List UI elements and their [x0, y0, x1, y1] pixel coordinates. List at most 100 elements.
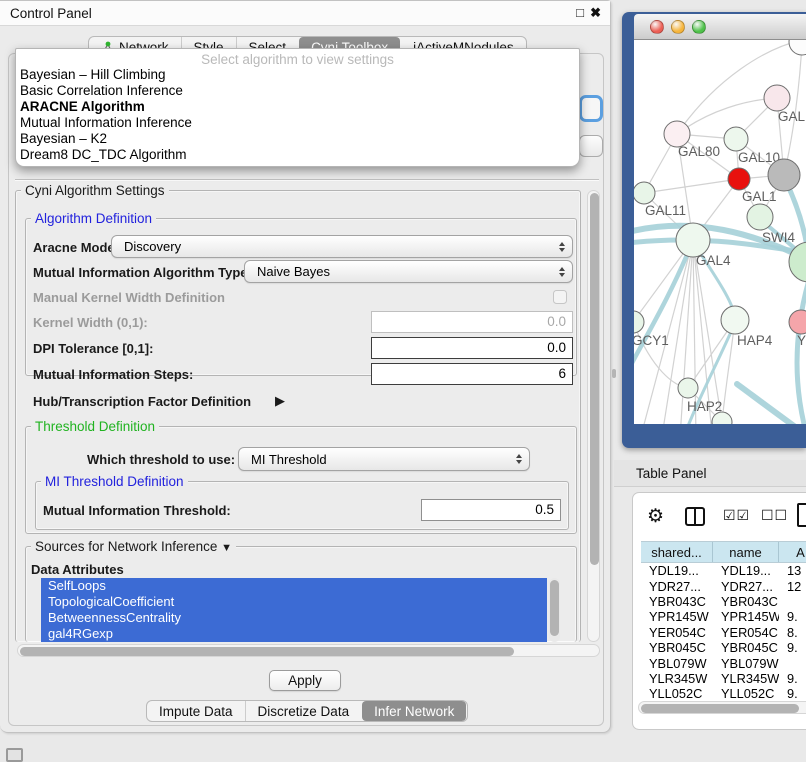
table-row[interactable]: YBR045CYBR045C9.: [641, 640, 806, 655]
control-panel-window: Control Panel □ ✖ NetworkStyleSelectCyni…: [0, 0, 611, 733]
node-label: GCY1: [634, 333, 669, 348]
mi-threshold-field[interactable]: 0.5: [421, 499, 561, 521]
network-combo-fragment[interactable]: [579, 135, 603, 157]
algorithm-item-dream8-dc-tdc-algorithm[interactable]: Dream8 DC_TDC Algorithm: [16, 147, 579, 163]
panel-title: Control Panel: [10, 6, 92, 21]
control-panel-titlebar: Control Panel □ ✖: [0, 1, 610, 26]
attribute-item-selfloops[interactable]: SelfLoops: [41, 578, 547, 594]
column-header-a[interactable]: A: [779, 542, 806, 562]
node-label: GAL80: [678, 144, 720, 159]
table-row[interactable]: YDL19...YDL19...13: [641, 563, 806, 578]
algorithm-item-basic-correlation-inference[interactable]: Basic Correlation Inference: [16, 83, 579, 99]
select-all-checkboxes-icon[interactable]: ☑☑: [723, 507, 750, 524]
expand-arrow-icon[interactable]: ▶: [275, 393, 285, 409]
table-row[interactable]: YLR345WYLR345W9.: [641, 671, 806, 686]
network-node-hap4[interactable]: [721, 306, 749, 334]
network-edge-highlighted[interactable]: [737, 384, 806, 424]
table-cell: 9.: [779, 671, 806, 686]
float-icon[interactable]: □: [576, 5, 584, 20]
network-node[interactable]: [768, 159, 800, 191]
algorithm-item-bayesian-k2[interactable]: Bayesian – K2: [16, 131, 579, 147]
mac-minimize-icon[interactable]: [671, 20, 685, 34]
network-graph[interactable]: GALGAL80GAL10GAL1GAL11SWI4GAL4GCY1HAP4YH…: [634, 40, 806, 424]
network-canvas[interactable]: GALGAL80GAL10GAL1GAL11SWI4GAL4GCY1HAP4YH…: [634, 40, 806, 424]
algorithm-item-mutual-information-inference[interactable]: Mutual Information Inference: [16, 115, 579, 131]
list-scrollbar-track[interactable]: [549, 578, 560, 642]
bottom-tab-infer-network[interactable]: Infer Network: [362, 701, 466, 721]
kernel-width-field[interactable]: 0.0: [371, 311, 573, 333]
vertical-scrollbar-thumb[interactable]: [590, 193, 599, 565]
close-icon[interactable]: ✖: [590, 5, 601, 21]
gear-icon[interactable]: ⚙: [647, 505, 664, 528]
node-label: GAL: [778, 109, 806, 124]
bottom-tab-discretize-data[interactable]: Discretize Data: [245, 701, 362, 721]
mi-algorithm-type-combo[interactable]: Naive Bayes: [244, 260, 573, 283]
bottom-left-mini-button[interactable]: [6, 748, 23, 762]
horizontal-scrollbar-track[interactable]: [17, 644, 600, 657]
mi-steps-field[interactable]: 6: [371, 363, 573, 385]
mi-threshold-label: Mutual Information Threshold:: [43, 503, 231, 518]
dpi-tolerance-field[interactable]: 0.0: [371, 337, 573, 359]
network-node-gal4[interactable]: [676, 223, 710, 257]
network-edge-highlighted[interactable]: [634, 243, 692, 382]
attribute-item-gal4rgexp[interactable]: gal4RGexp: [41, 626, 547, 642]
network-node[interactable]: [789, 40, 806, 55]
data-attributes-list[interactable]: SelfLoopsTopologicalCoefficientBetweenne…: [41, 578, 547, 642]
horizontal-scrollbar-thumb[interactable]: [20, 647, 514, 656]
network-edge[interactable]: [644, 179, 739, 193]
table-row[interactable]: YBR043CYBR043C: [641, 594, 806, 609]
table-cell: YLR345W: [713, 671, 779, 686]
collapse-arrow-icon[interactable]: ▼: [221, 542, 232, 554]
mi-steps-label: Mutual Information Steps:: [33, 367, 193, 382]
table-cell: 13: [779, 563, 806, 578]
attribute-item-betweennesscentrality[interactable]: BetweennessCentrality: [41, 610, 547, 626]
table-cell: YBL079W: [713, 655, 779, 670]
manual-kernel-width-label: Manual Kernel Width Definition: [33, 290, 225, 305]
network-edge[interactable]: [634, 322, 688, 388]
which-threshold-combo[interactable]: MI Threshold: [238, 447, 530, 471]
network-view-window[interactable]: GALGAL80GAL10GAL1GAL11SWI4GAL4GCY1HAP4YH…: [622, 12, 806, 448]
table-hscrollbar-thumb[interactable]: [641, 704, 799, 713]
table-row[interactable]: YDR27...YDR27...12: [641, 578, 806, 593]
network-edge-highlighted[interactable]: [797, 273, 806, 424]
table-row[interactable]: YBL079WYBL079W: [641, 655, 806, 670]
network-window-titlebar[interactable]: [634, 14, 806, 40]
list-scrollbar-thumb[interactable]: [550, 580, 559, 636]
algorithm-item-bayesian-hill-climbing[interactable]: Bayesian – Hill Climbing: [16, 67, 579, 83]
algorithm-item-aracne-algorithm[interactable]: ARACNE Algorithm: [16, 99, 579, 115]
split-columns-icon[interactable]: [685, 507, 705, 526]
mac-close-icon[interactable]: [650, 20, 664, 34]
node-label: HAP2: [687, 399, 722, 414]
bottom-tab-impute-data[interactable]: Impute Data: [147, 701, 245, 721]
table-row[interactable]: YLL052CYLL052C9.: [641, 686, 806, 701]
network-node-y[interactable]: [789, 310, 806, 334]
apply-button[interactable]: Apply: [269, 670, 341, 691]
column-header-shared[interactable]: shared...: [641, 542, 713, 562]
network-node-gal1[interactable]: [728, 168, 750, 190]
network-node-gal[interactable]: [764, 85, 790, 111]
table-icon[interactable]: [797, 503, 806, 527]
panel-splitter-handle[interactable]: [612, 369, 616, 378]
deselect-all-checkboxes-icon[interactable]: ☐☐: [761, 507, 788, 524]
table-hscrollbar-track[interactable]: [638, 701, 806, 714]
sources-title-text: Sources for Network Inference: [35, 539, 217, 554]
manual-kernel-width-checkbox[interactable]: [553, 290, 567, 304]
aracne-mode-combo[interactable]: Discovery: [111, 235, 573, 258]
mac-zoom-icon[interactable]: [692, 20, 706, 34]
network-node-hap2[interactable]: [678, 378, 698, 398]
network-node-gcy1[interactable]: [634, 311, 644, 333]
column-header-name[interactable]: name: [713, 542, 779, 562]
network-edge[interactable]: [677, 98, 777, 134]
network-node-swi4[interactable]: [747, 204, 773, 230]
table-row[interactable]: YPR145WYPR145W9.: [641, 609, 806, 624]
stepper-arrows-icon: [511, 454, 527, 464]
inference-algorithm-combo-fragment[interactable]: [579, 95, 603, 122]
group-title: Algorithm Definition: [31, 211, 156, 226]
table-cell: 9.: [779, 640, 806, 655]
table-row[interactable]: YER054CYER054C8.: [641, 625, 806, 640]
attribute-item-topologicalcoefficient[interactable]: TopologicalCoefficient: [41, 594, 547, 610]
network-node-gal11[interactable]: [634, 182, 655, 204]
vertical-scrollbar-track[interactable]: [587, 190, 600, 642]
dpi-tolerance-label: DPI Tolerance [0,1]:: [33, 341, 153, 356]
network-node-gal10[interactable]: [724, 127, 748, 151]
